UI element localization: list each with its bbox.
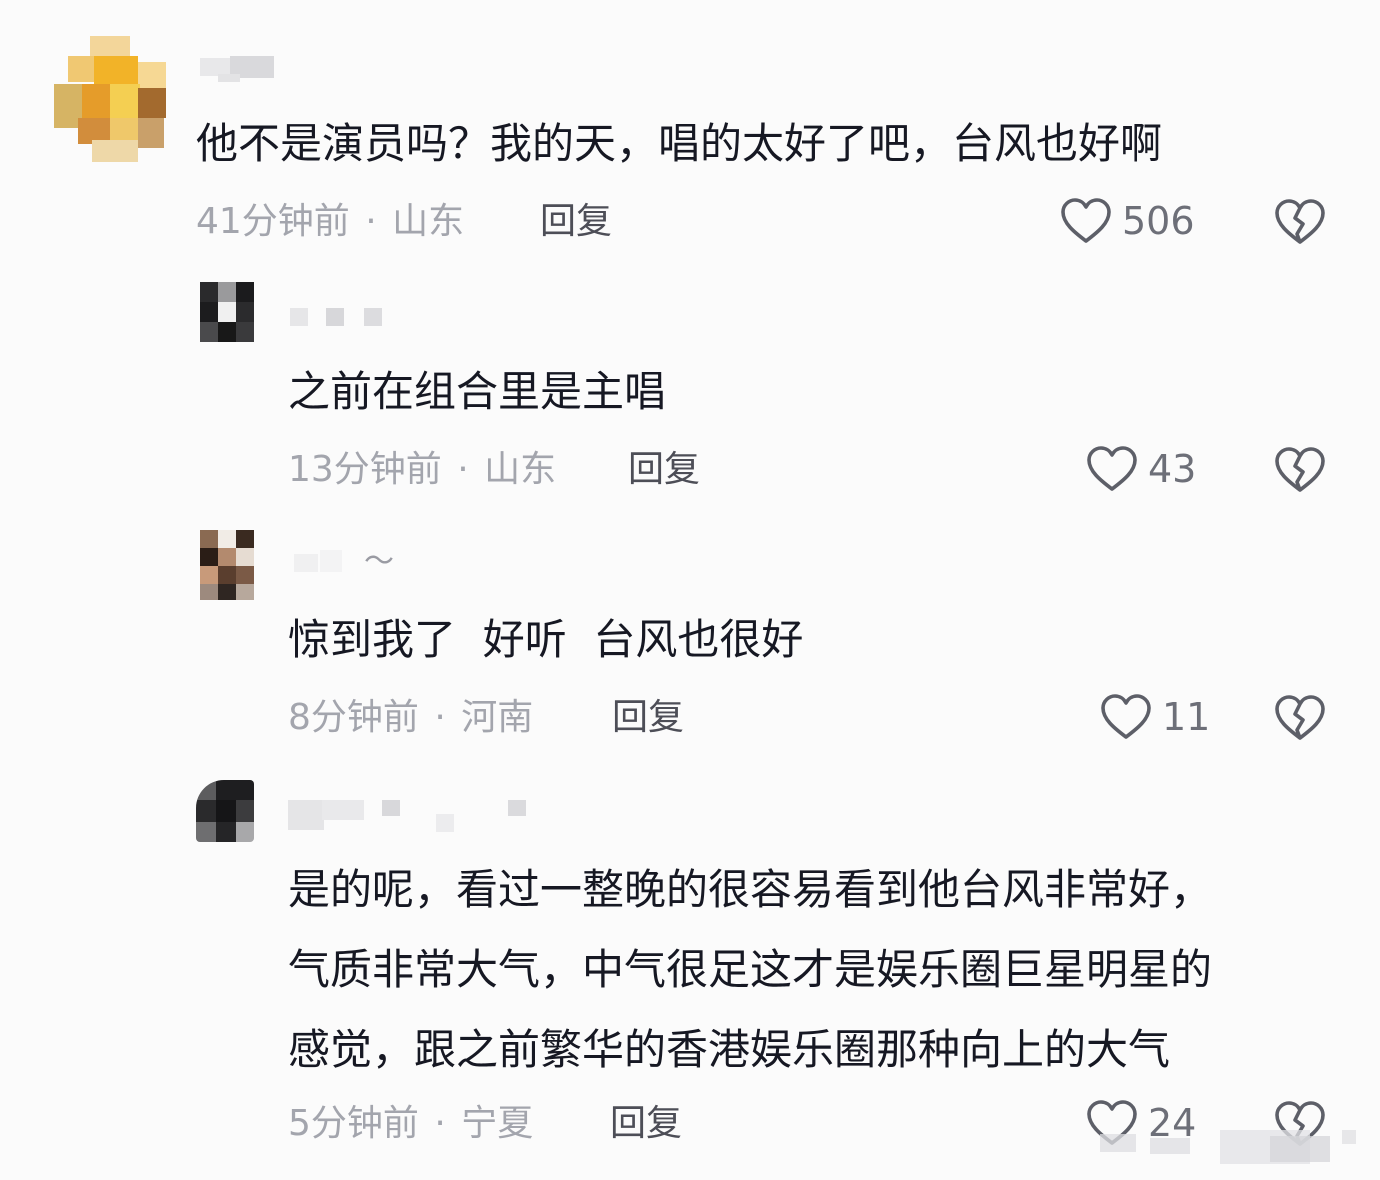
reply-button[interactable]: 回复: [540, 200, 612, 244]
comment-time: 13分钟前: [288, 449, 442, 490]
comment-text: 惊到我了 好听 台风也很好: [288, 615, 804, 664]
comment-text: 他不是演员吗？我的天，唱的太好了吧，台风也好啊: [196, 119, 1163, 168]
username-tail: ～: [364, 544, 394, 579]
dislike-button[interactable]: [1274, 198, 1326, 250]
avatar[interactable]: [200, 282, 254, 342]
meta-separator: ·: [434, 697, 446, 738]
comment-location: 山东: [392, 201, 465, 242]
comment-location: 山东: [484, 449, 557, 490]
meta-separator: ·: [457, 449, 469, 490]
comment-meta: 13分钟前 · 山东: [288, 448, 556, 492]
comment-text-line: 气质非常大气，中气很足这才是娱乐圈巨星明星的: [288, 945, 1213, 994]
like-count: 11: [1162, 695, 1211, 739]
comment-meta: 5分钟前 · 宁夏: [288, 1102, 533, 1146]
broken-heart-icon: [1274, 199, 1326, 250]
watermark-pixelated: [1090, 1128, 1380, 1168]
reply-button[interactable]: 回复: [612, 696, 684, 740]
like-button[interactable]: 11: [1100, 692, 1210, 742]
username-pixelated[interactable]: ～: [290, 540, 410, 584]
comment-location: 河南: [461, 697, 534, 738]
dislike-button[interactable]: [1274, 446, 1326, 498]
heart-outline-icon: [1086, 445, 1138, 493]
reply-button[interactable]: 回复: [628, 448, 700, 492]
comment-location: 宁夏: [461, 1103, 534, 1144]
comment-meta: 41分钟前 · 山东: [196, 200, 464, 244]
heart-outline-icon: [1100, 693, 1152, 741]
comment-text-line: 是的呢，看过一整晚的很容易看到他台风非常好，: [288, 865, 1213, 914]
meta-separator: ·: [434, 1103, 446, 1144]
like-button[interactable]: 43: [1086, 444, 1196, 494]
like-count: 506: [1122, 199, 1195, 243]
meta-separator: ·: [365, 201, 377, 242]
comment-text-line: 感觉，跟之前繁华的香港娱乐圈那种向上的大气: [288, 1025, 1171, 1074]
avatar[interactable]: [200, 530, 254, 600]
heart-outline-icon: [1060, 197, 1112, 245]
dislike-button[interactable]: [1274, 694, 1326, 746]
avatar[interactable]: [54, 36, 166, 162]
comment-meta: 8分钟前 · 河南: [288, 696, 533, 740]
username-pixelated[interactable]: [290, 306, 390, 328]
avatar[interactable]: [196, 780, 254, 842]
broken-heart-icon: [1274, 447, 1326, 498]
comment-time: 8分钟前: [288, 697, 419, 738]
username-pixelated[interactable]: [288, 796, 548, 836]
comment-time: 41分钟前: [196, 201, 350, 242]
comment-text: 之前在组合里是主唱: [288, 367, 667, 416]
comment-time: 5分钟前: [288, 1103, 419, 1144]
broken-heart-icon: [1274, 695, 1326, 746]
reply-button[interactable]: 回复: [610, 1102, 682, 1146]
username-pixelated[interactable]: [200, 54, 274, 84]
like-count: 43: [1148, 447, 1197, 491]
like-button[interactable]: 506: [1060, 196, 1195, 246]
